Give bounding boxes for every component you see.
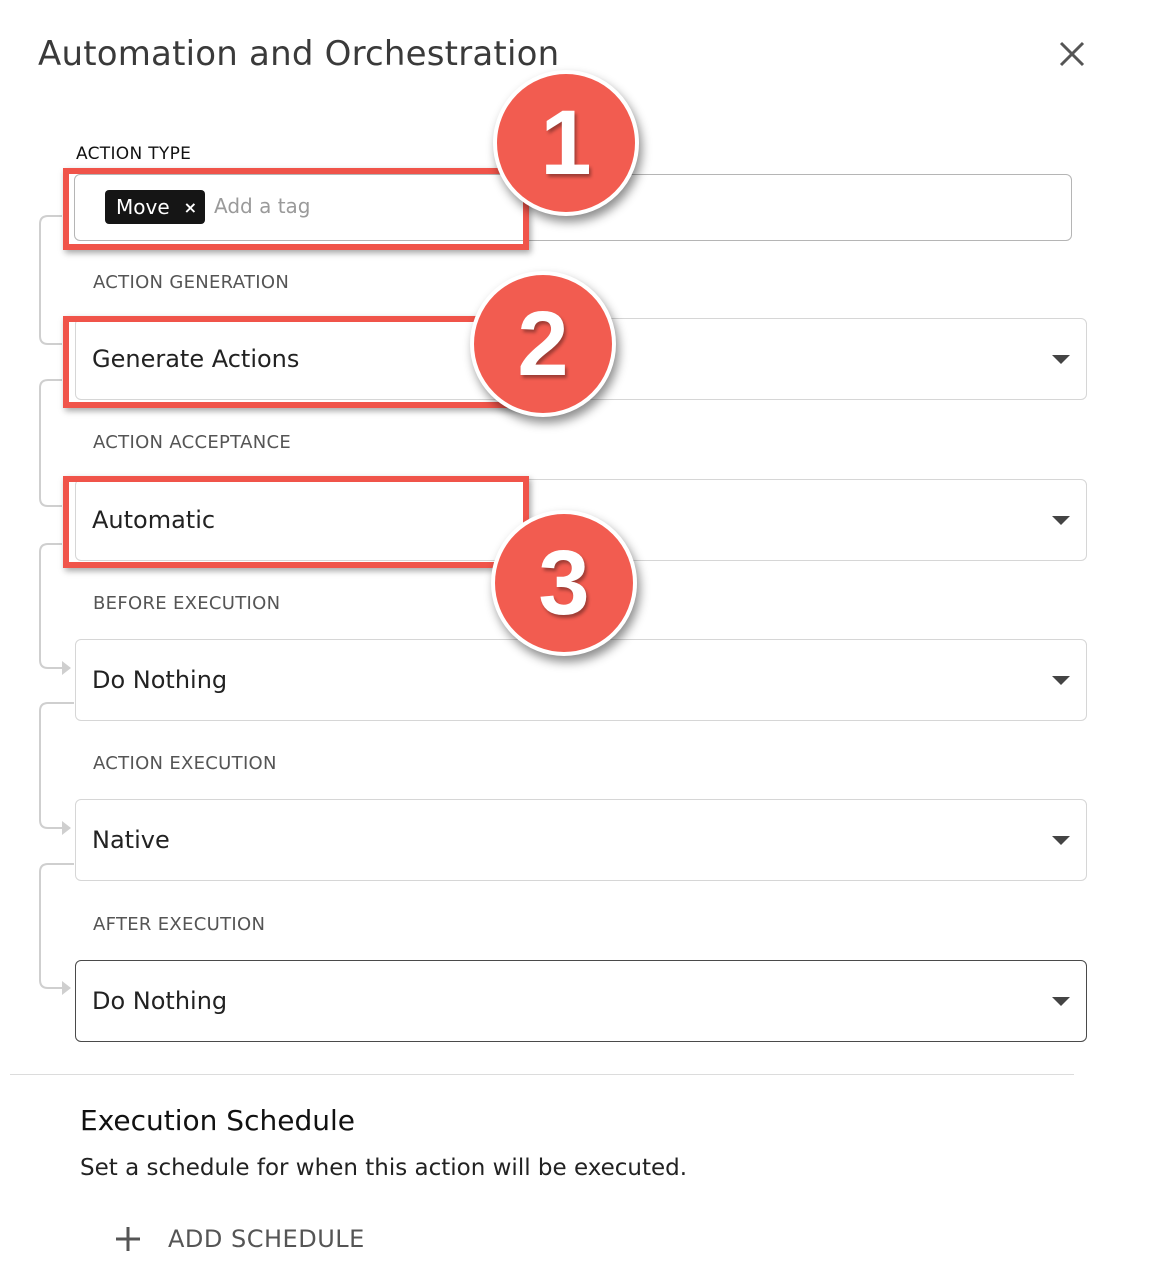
close-icon[interactable] [1052,36,1092,76]
chevron-down-icon [1052,355,1070,364]
chevron-down-icon [1052,836,1070,845]
action-execution-select[interactable]: Native [75,799,1087,881]
after-execution-label: AFTER EXECUTION [93,914,266,935]
annotation-badge-1: 1 [493,70,639,216]
dialog-title: Automation and Orchestration [38,34,560,74]
chevron-down-icon [1052,516,1070,525]
section-divider [10,1074,1074,1075]
add-schedule-label: ADD SCHEDULE [168,1225,365,1253]
after-execution-select[interactable]: Do Nothing [75,960,1087,1042]
highlight-box-1 [63,168,529,250]
execution-schedule-description: Set a schedule for when this action will… [80,1155,688,1181]
annotation-badge-2: 2 [470,271,616,417]
action-type-label: ACTION TYPE [76,144,192,164]
plus-icon [113,1224,143,1254]
action-execution-value: Native [92,826,170,854]
after-execution-value: Do Nothing [92,987,228,1015]
action-acceptance-label: ACTION ACCEPTANCE [93,432,292,453]
add-schedule-button[interactable]: ADD SCHEDULE [113,1224,365,1254]
before-execution-value: Do Nothing [92,666,228,694]
chevron-down-icon [1052,676,1070,685]
action-execution-label: ACTION EXECUTION [93,753,277,774]
action-generation-label: ACTION GENERATION [93,272,290,293]
highlight-box-3 [63,476,529,568]
highlight-box-2 [63,316,529,408]
annotation-badge-3: 3 [491,510,637,656]
before-execution-label: BEFORE EXECUTION [93,593,281,614]
execution-schedule-title: Execution Schedule [80,1104,355,1137]
chevron-down-icon [1052,997,1070,1006]
